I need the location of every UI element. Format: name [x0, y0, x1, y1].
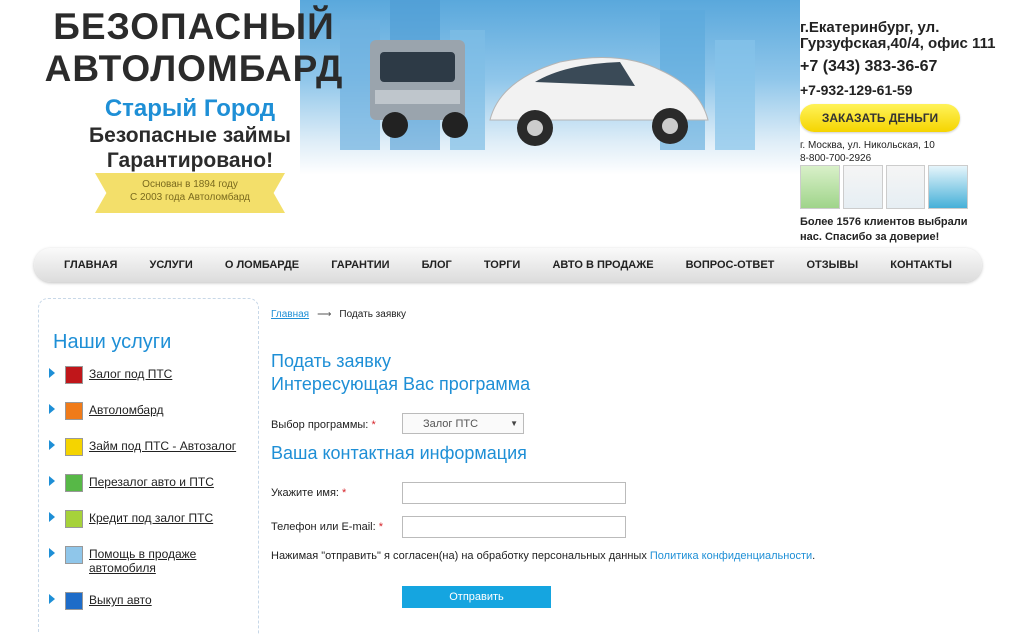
sidebar-item-label[interactable]: Выкуп авто [89, 593, 152, 607]
required-mark: * [378, 521, 384, 533]
program-select-value: Залог ПТС [423, 418, 479, 430]
service-thumbnail [65, 402, 83, 420]
certificate-thumb[interactable] [842, 165, 883, 209]
arrow-right-icon [49, 548, 55, 558]
nav-about[interactable]: О ЛОМБАРДЕ [225, 259, 299, 271]
certificate-thumb[interactable] [885, 165, 926, 209]
sidebar-item-credit-pts[interactable]: Кредит под залог ПТС [47, 509, 252, 545]
service-thumbnail [65, 546, 83, 564]
submit-button[interactable]: Отправить [402, 586, 551, 608]
sidebar-item-label[interactable]: Залог под ПТС [89, 367, 172, 381]
clients-note: Более 1576 клиентов выбрали нас. Спасибо… [800, 216, 968, 243]
nav-reviews[interactable]: ОТЗЫВЫ [807, 259, 859, 271]
program-label: Выбор программы: * [271, 419, 376, 431]
service-thumbnail [65, 438, 83, 456]
services-list: Залог под ПТС Автоломбард Займ под ПТС -… [47, 365, 252, 627]
arrow-right-icon [49, 368, 55, 378]
required-mark: * [371, 419, 376, 431]
services-sidebar: Наши услуги Залог под ПТС Автоломбард За… [38, 298, 259, 634]
required-mark: * [342, 487, 347, 499]
contact-label: Телефон или E-mail: * [271, 521, 383, 533]
sidebar-item-sale-help[interactable]: Помощь в продаже автомобиля [47, 545, 252, 591]
nav-cars-for-sale[interactable]: АВТО В ПРОДАЖЕ [552, 259, 653, 271]
founded-ribbon-text: Основан в 1894 году С 2003 года Автоломб… [95, 178, 285, 204]
arrow-right-icon [49, 594, 55, 604]
main-nav: ГЛАВНАЯ УСЛУГИ О ЛОМБАРДЕ ГАРАНТИИ БЛОГ … [34, 248, 982, 282]
site-header: БЕЗОПАСНЫЙ АВТОЛОМБАРД Старый Город Безо… [0, 0, 1024, 248]
contact-block: г.Екатеринбург, ул. Гурзуфская,40/4, офи… [800, 19, 1020, 99]
brand-subtitle: Старый Город [104, 95, 276, 122]
arrow-right-icon [49, 512, 55, 522]
sidebar-item-repledge[interactable]: Перезалог авто и ПТС [47, 473, 252, 509]
phone-secondary[interactable]: +7-932-129-61-59 [800, 82, 1020, 98]
sidebar-title: Наши услуги [53, 331, 172, 353]
arrow-right-icon [49, 440, 55, 450]
nav-contacts[interactable]: КОНТАКТЫ [890, 259, 952, 271]
breadcrumb-arrow-icon: ⟶ [317, 309, 332, 320]
caret-down-icon: ▼ [510, 419, 518, 428]
brand-tagline: Безопасные займы Гарантировано! [89, 124, 291, 172]
sidebar-item-loan-pts[interactable]: Займ под ПТС - Автозалог [47, 437, 252, 473]
certificate-thumb[interactable] [800, 165, 840, 209]
nav-home[interactable]: ГЛАВНАЯ [64, 259, 117, 271]
service-thumbnail [65, 510, 83, 528]
ribbon-line-1: Основан в 1894 году [142, 179, 238, 190]
nav-blog[interactable]: БЛОГ [422, 259, 452, 271]
hero-image [300, 0, 800, 175]
form-title: Подать заявку Интересующая Вас программа [271, 350, 530, 396]
contact-section-title: Ваша контактная информация [271, 443, 527, 463]
sidebar-item-label[interactable]: Перезалог авто и ПТС [89, 475, 214, 489]
sidebar-item-label[interactable]: Помощь в продаже автомобиля [89, 547, 219, 575]
brand-title: БЕЗОПАСНЫЙ АВТОЛОМБАРД [44, 6, 344, 89]
nav-services[interactable]: УСЛУГИ [150, 259, 193, 271]
city-address: г.Екатеринбург, ул. Гурзуфская,40/4, офи… [800, 19, 996, 52]
moscow-phone[interactable]: 8-800-700-2926 [800, 152, 935, 165]
form-title-line-2: Интересующая Вас программа [271, 374, 531, 394]
breadcrumb-current: Подать заявку [339, 309, 407, 320]
consent-period: . [812, 550, 816, 562]
nav-faq[interactable]: ВОПРОС-ОТВЕТ [686, 259, 775, 271]
moscow-office: г. Москва, ул. Никольская, 10 8-800-700-… [800, 139, 935, 165]
name-label-text: Укажите имя: [271, 487, 339, 499]
nav-auctions[interactable]: ТОРГИ [484, 259, 520, 271]
sidebar-item-label[interactable]: Кредит под залог ПТС [89, 511, 213, 525]
nav-guarantees[interactable]: ГАРАНТИИ [331, 259, 389, 271]
consent-text: Нажимая "отправить" я согласен(на) на об… [271, 550, 815, 562]
name-input[interactable] [402, 482, 626, 504]
service-thumbnail [65, 366, 83, 384]
phone-primary[interactable]: +7 (343) 383-36-67 [800, 58, 1020, 76]
sidebar-item-label[interactable]: Займ под ПТС - Автозалог [89, 439, 236, 453]
program-label-text: Выбор программы: [271, 419, 369, 431]
certificate-thumb[interactable] [928, 165, 968, 209]
form-title-line-1: Подать заявку [271, 351, 391, 371]
service-thumbnail [65, 474, 83, 492]
ribbon-line-2: С 2003 года Автоломбард [129, 192, 251, 203]
sidebar-item-buyout[interactable]: Выкуп авто [47, 591, 252, 627]
service-thumbnail [65, 592, 83, 610]
hero-illustration [340, 0, 755, 150]
program-select[interactable]: Залог ПТС ▼ [402, 413, 524, 434]
breadcrumb-home-link[interactable]: Главная [271, 309, 309, 320]
sidebar-item-autolombard[interactable]: Автоломбард [47, 401, 252, 437]
sidebar-item-pts-pledge[interactable]: Залог под ПТС [47, 365, 252, 401]
moscow-address: г. Москва, ул. Никольская, 10 [800, 140, 935, 151]
name-label: Укажите имя: * [271, 487, 346, 499]
arrow-right-icon [49, 404, 55, 414]
contact-input[interactable] [402, 516, 626, 538]
order-money-button[interactable]: ЗАКАЗАТЬ ДЕНЬГИ [800, 104, 960, 132]
contact-label-text: Телефон или E-mail: [271, 521, 376, 533]
breadcrumb: Главная ⟶ Подать заявку [271, 309, 406, 320]
arrow-right-icon [49, 476, 55, 486]
consent-statement: Нажимая "отправить" я согласен(на) на об… [271, 550, 647, 562]
certificates-strip [800, 165, 968, 209]
sidebar-item-label[interactable]: Автоломбард [89, 403, 163, 417]
privacy-policy-link[interactable]: Политика конфиденциальности [650, 550, 812, 562]
